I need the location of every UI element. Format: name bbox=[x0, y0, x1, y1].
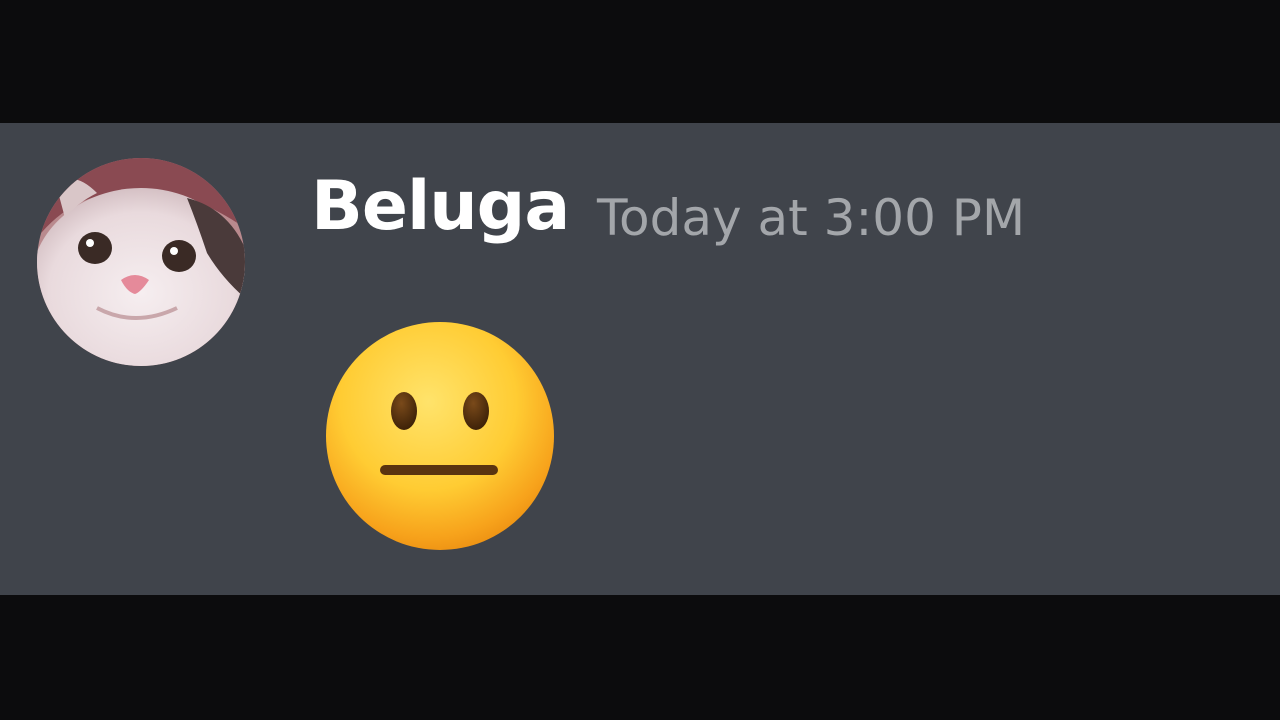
chat-message: Beluga Today at 3:00 PM bbox=[0, 123, 1280, 595]
neutral-face-icon bbox=[322, 318, 558, 554]
screen-frame: Beluga Today at 3:00 PM bbox=[0, 0, 1280, 720]
cat-avatar-icon bbox=[37, 158, 245, 366]
avatar[interactable] bbox=[37, 158, 245, 366]
message-author[interactable]: Beluga bbox=[311, 173, 570, 241]
message-timestamp: Today at 3:00 PM bbox=[597, 189, 1026, 247]
